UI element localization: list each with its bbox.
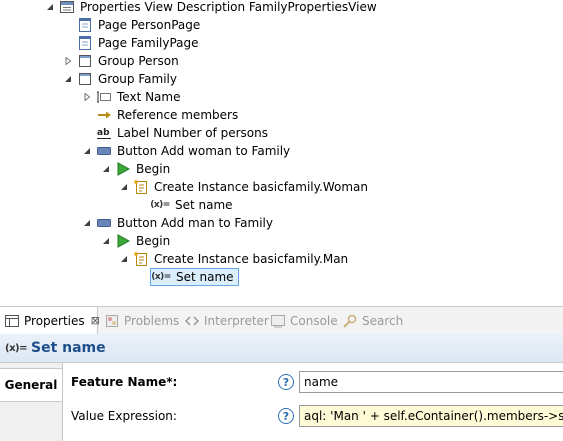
tree-item-label: Group Family [98, 72, 177, 86]
tree-item-label: Button Add woman to Family [117, 144, 291, 158]
reference-icon [96, 107, 112, 123]
label-widget-icon: ab [96, 125, 112, 141]
tree-item-label: Page FamilyPage [98, 36, 199, 50]
tree-item-create-man[interactable]: Create Instance basicfamily.Man [118, 250, 350, 268]
page-icon [77, 17, 93, 33]
tab-problems[interactable]: Problems [104, 307, 179, 334]
tree-item-reference-members[interactable]: Reference members [81, 106, 240, 124]
feature-name-field[interactable]: name [299, 371, 563, 393]
group-icon [77, 53, 93, 69]
tree-item-group-family[interactable]: Group Family [62, 70, 179, 88]
tree-item-label: Set name [176, 270, 234, 284]
tab-label: Console [290, 313, 338, 328]
properties-icon [4, 313, 20, 329]
tree-item-set-name-woman[interactable]: (x)= Set name [150, 196, 235, 214]
tree-item-label: Properties View Description FamilyProper… [80, 0, 377, 14]
collapsed-arrow-icon[interactable] [81, 88, 93, 106]
tree-item-group-person[interactable]: Group Person [62, 52, 181, 70]
help-icon[interactable]: ? [278, 374, 294, 390]
tree-item-label: Begin [136, 162, 171, 176]
tree-item-create-woman[interactable]: Create Instance basicfamily.Woman [118, 178, 370, 196]
expanded-arrow-icon[interactable] [100, 232, 112, 250]
tree-item-begin[interactable]: Begin [100, 160, 172, 178]
set-variable-icon: (x)= [151, 272, 171, 282]
begin-icon [115, 161, 131, 177]
interpreter-icon [184, 313, 200, 329]
tree-item-begin[interactable]: Begin [100, 232, 172, 250]
set-variable-icon: (x)= [150, 200, 170, 210]
tree-item-label: Reference members [117, 108, 239, 122]
expanded-arrow-icon[interactable] [118, 178, 130, 196]
tab-label: Problems [124, 313, 180, 328]
tree-item-label: Text Name [117, 90, 181, 104]
expanded-arrow-icon[interactable] [81, 214, 93, 232]
create-instance-icon [133, 251, 149, 267]
tree-item-text-name[interactable]: Text Name [81, 88, 183, 106]
value-expression-label: Value Expression: [71, 409, 177, 423]
tree-item-label-number[interactable]: ab Label Number of persons [81, 124, 270, 142]
svg-text:ab: ab [97, 128, 110, 138]
tree-item-page-family[interactable]: Page FamilyPage [62, 34, 201, 52]
tree-item-label: Set name [175, 198, 233, 212]
expanded-arrow-icon[interactable] [44, 0, 56, 16]
tree-item-label: Label Number of persons [117, 126, 268, 140]
tree-item-label: Begin [136, 234, 171, 248]
create-instance-icon [133, 179, 149, 195]
begin-icon [115, 233, 131, 249]
tree-item-label: Create Instance basicfamily.Woman [154, 180, 368, 194]
tree-item-label: Button Add man to Family [117, 216, 273, 230]
expanded-arrow-icon[interactable] [118, 250, 130, 268]
tree-item-label: Group Person [98, 54, 179, 68]
tree-item-set-name-man-selected[interactable]: (x)= Set name [150, 268, 239, 286]
properties-form: Feature Name*: ? name Value Expression: … [63, 363, 563, 441]
console-icon [270, 313, 286, 329]
page-icon [77, 35, 93, 51]
expanded-arrow-icon[interactable] [100, 160, 112, 178]
tree-item-properties-view[interactable]: Properties View Description FamilyProper… [44, 0, 379, 16]
help-icon[interactable]: ? [278, 408, 294, 424]
set-variable-icon: (x)= [5, 342, 27, 354]
tab-properties[interactable]: Properties ⊠ [0, 307, 100, 334]
properties-title-bar: (x)= Set name [0, 334, 563, 363]
expanded-arrow-icon[interactable] [62, 70, 74, 88]
tree-item-page-person[interactable]: Page PersonPage [62, 16, 202, 34]
problems-icon [104, 313, 120, 329]
tab-console[interactable]: Console [270, 307, 338, 334]
view-description-icon [59, 0, 75, 15]
tree-item-button-add-man[interactable]: Button Add man to Family [81, 214, 275, 232]
page-title: Set name [30, 340, 106, 356]
button-widget-icon [96, 215, 112, 231]
collapsed-arrow-icon[interactable] [62, 52, 74, 70]
tab-label: Properties [24, 313, 85, 328]
value-expression-field[interactable]: aql: 'Man ' + self.eContainer().members-… [299, 405, 563, 427]
text-widget-icon [96, 89, 112, 105]
tree-item-button-add-woman[interactable]: Button Add woman to Family [81, 142, 292, 160]
feature-name-label: Feature Name*: [71, 375, 178, 389]
expanded-arrow-icon[interactable] [81, 142, 93, 160]
tab-general[interactable]: General [0, 368, 62, 402]
properties-side-tabs: General [0, 363, 63, 441]
group-icon [77, 71, 93, 87]
close-icon[interactable]: ⊠ [91, 314, 100, 327]
tab-search[interactable]: Search [342, 307, 403, 334]
model-tree: Properties View Description FamilyProper… [0, 0, 563, 302]
tree-item-label: Page PersonPage [98, 18, 201, 32]
tab-label: Search [362, 313, 404, 328]
search-icon [342, 313, 358, 329]
tab-label: Interpreter [204, 313, 269, 328]
tab-interpreter[interactable]: Interpreter [184, 307, 269, 334]
button-widget-icon [96, 143, 112, 159]
tree-item-label: Create Instance basicfamily.Man [154, 252, 349, 266]
view-tab-bar: Properties ⊠ Problems Interpreter Consol… [0, 306, 563, 335]
